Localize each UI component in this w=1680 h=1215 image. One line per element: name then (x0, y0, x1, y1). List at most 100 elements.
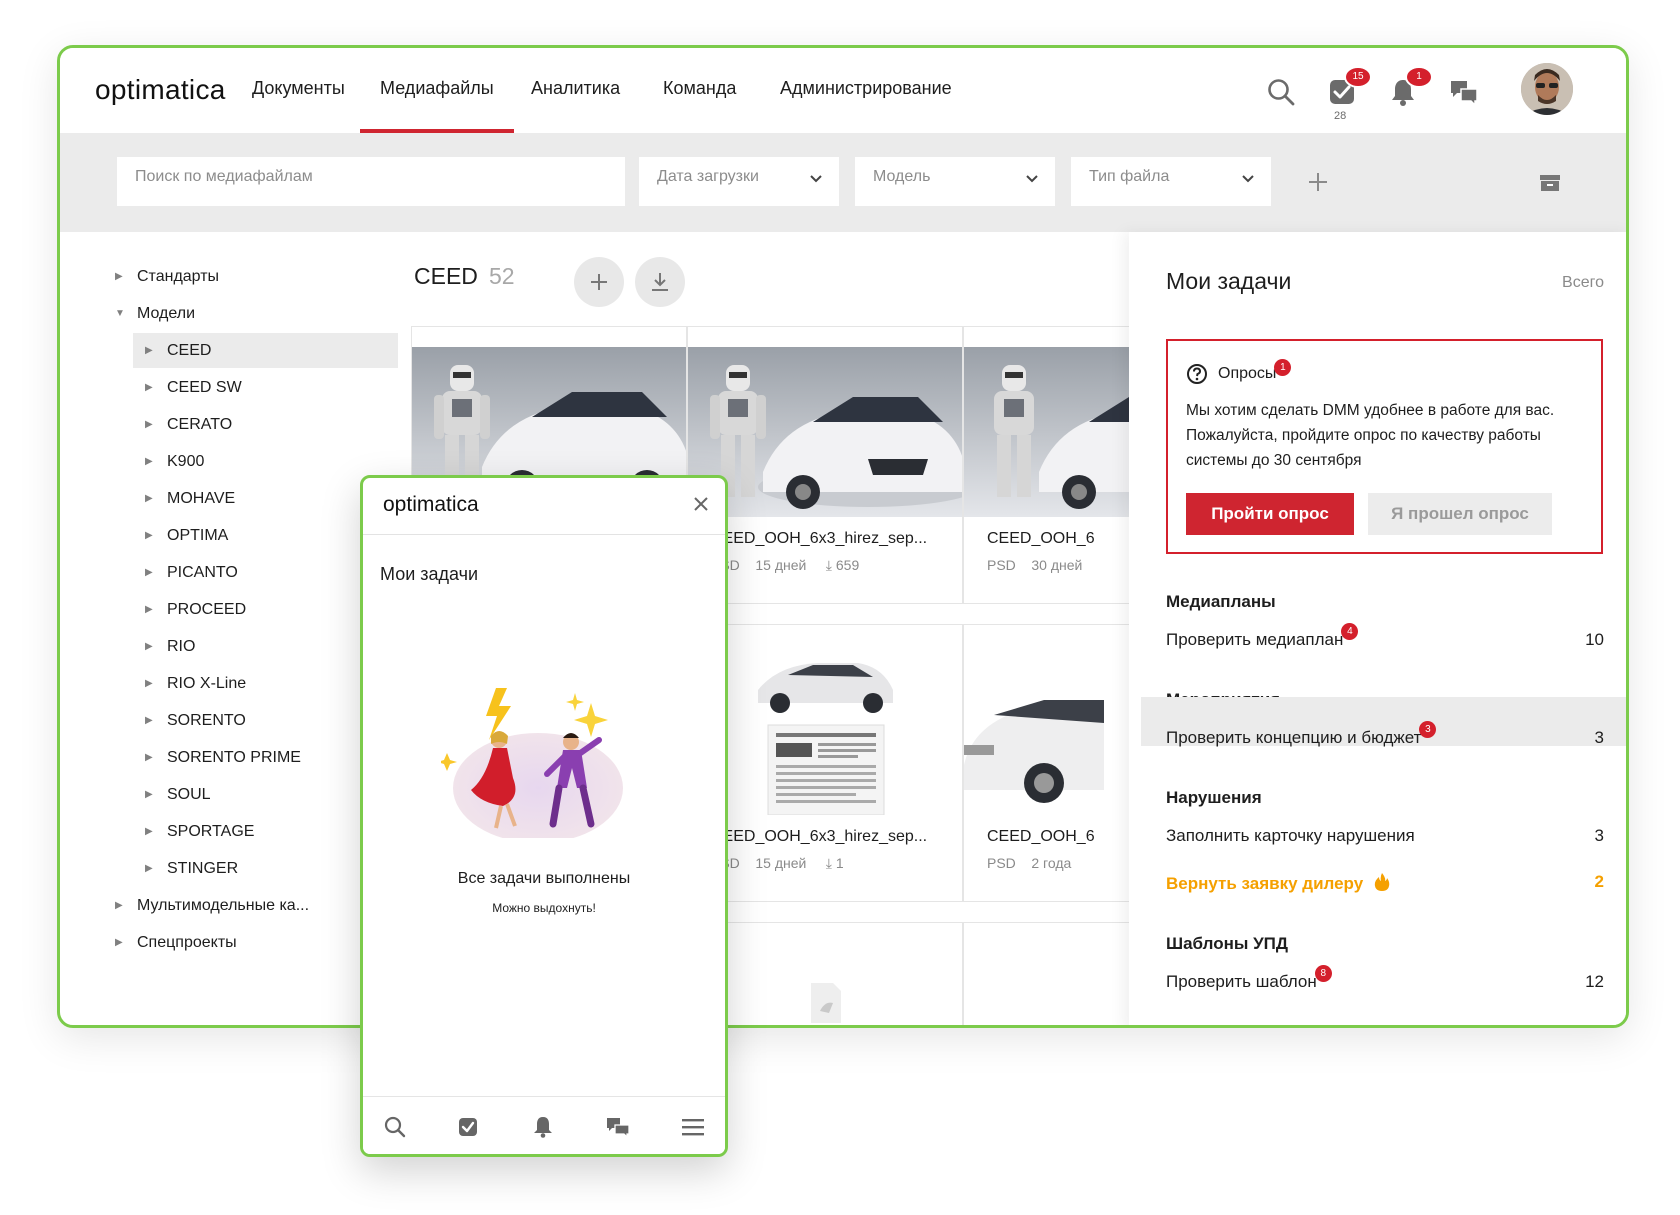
close-icon[interactable] (693, 496, 709, 512)
notifications-badge: 1 (1405, 66, 1433, 88)
tasks-panel: Мои задачи Всего Опросы 1 Мы хотим сдела… (1129, 232, 1626, 1025)
mobile-title: Мои задачи (380, 564, 479, 584)
mobile-divider (363, 534, 725, 535)
file-placeholder-icon (811, 983, 841, 1023)
chevron-down-icon (1026, 175, 1038, 183)
task-badge: 4 (1341, 623, 1359, 640)
media-card-meta: PSD 15 дней ⤓ 659 (711, 557, 859, 574)
search-icon (1268, 79, 1295, 106)
task-item[interactable]: Проверить медиаплан 4 (1166, 623, 1359, 650)
filter-bar: Поиск по медиафайлам Дата загрузки Модел… (60, 133, 1626, 232)
media-card[interactable] (687, 922, 963, 1025)
media-thumbnail (688, 347, 962, 517)
mobile-tab-menu[interactable] (679, 1113, 707, 1141)
task-item[interactable]: Заполнить карточку нарушения (1166, 826, 1415, 846)
take-survey-button[interactable]: Пройти опрос (1186, 493, 1354, 535)
chevron-down-icon (810, 175, 822, 183)
mobile-logo: optimatica (383, 493, 479, 516)
section-upd-templates: Шаблоны УПД (1166, 934, 1288, 953)
media-card-meta: PSD 15 дней ⤓ 1 (711, 855, 844, 872)
tasks-count: 28 (1334, 110, 1347, 122)
hamburger-menu-icon (682, 1119, 704, 1136)
nav-analytics[interactable]: Аналитика (531, 78, 620, 99)
tree-item-special[interactable]: ▶ Спецпроекты (115, 924, 395, 961)
top-navigation: optimatica Документы Медиафайлы Аналитик… (60, 48, 1626, 133)
tree-item-standards[interactable]: ▶ Стандарты (115, 258, 395, 295)
tree-item-models[interactable]: ▼ Модели (115, 295, 395, 332)
mobile-tab-notifications[interactable] (529, 1113, 557, 1141)
tree-item-model[interactable]: ▶ CEED (115, 332, 398, 369)
task-item[interactable]: Проверить концепцию и бюджет 3 (1166, 721, 1437, 748)
task-count: 2 (1594, 872, 1604, 891)
mobile-window: optimatica Мои задачи Все задачи выполне… (360, 475, 728, 1157)
tree-item-model[interactable]: ▶ SORENTO (115, 702, 395, 739)
file-type-filter-select[interactable]: Тип файла (1071, 157, 1271, 206)
mobile-done-text: Все задачи выполнены (457, 870, 631, 887)
nav-media[interactable]: Медиафайлы (360, 78, 514, 133)
file-age: 15 дней (755, 855, 807, 871)
survey-done-button[interactable]: Я прошел опрос (1368, 493, 1552, 535)
mobile-tab-tasks[interactable] (454, 1113, 482, 1141)
archive-icon[interactable] (1539, 174, 1561, 192)
tree-item-model[interactable]: ▶ MOHAVE (115, 480, 395, 517)
folder-count: 52 (489, 263, 515, 289)
tasks-button[interactable]: 15 28 (1322, 66, 1372, 122)
question-icon (1187, 364, 1207, 384)
media-card-name: CEED_OOH_6x3_hirez_sep... (711, 530, 928, 547)
user-photo (1521, 63, 1573, 115)
download-small-icon: ⤓ (825, 557, 832, 573)
tasks-all-link[interactable]: Всего (1562, 274, 1604, 292)
tree-item-model[interactable]: ▶ SORENTO PRIME (115, 739, 395, 776)
date-filter-select[interactable]: Дата загрузки (639, 157, 839, 206)
folder-title: CEED (414, 263, 478, 289)
checkbox-icon (459, 1118, 477, 1136)
media-search-input[interactable]: Поиск по медиафайлам (117, 157, 625, 206)
tree-item-model[interactable]: ▶ CERATO (115, 406, 395, 443)
media-card-meta: PSD 2 года (987, 855, 1071, 871)
mobile-tab-search[interactable] (381, 1113, 409, 1141)
task-item-urgent[interactable]: Вернуть заявку дилеру (1166, 872, 1390, 894)
model-filter-select[interactable]: Модель (855, 157, 1055, 206)
tree-item-model[interactable]: ▶ PICANTO (115, 554, 395, 591)
task-item[interactable]: Проверить шаблон 8 (1166, 965, 1332, 992)
tree-item-model[interactable]: ▶ SPORTAGE (115, 813, 395, 850)
download-count: 659 (835, 557, 860, 573)
caret-right-icon: ▶ (145, 789, 153, 800)
task-count: 3 (1594, 728, 1604, 747)
search-button[interactable] (1261, 72, 1301, 112)
bell-icon (534, 1117, 552, 1138)
app-logo[interactable]: optimatica (95, 74, 226, 106)
caret-right-icon: ▶ (145, 493, 153, 504)
tree-item-model[interactable]: ▶ RIO (115, 628, 395, 665)
tree-item-multimodel[interactable]: ▶ Мультимодельные ка... (115, 887, 395, 924)
user-avatar[interactable] (1521, 63, 1573, 115)
media-card-name: CEED_OOH_6 (987, 530, 1095, 547)
nav-team[interactable]: Команда (663, 78, 736, 99)
tree-item-model[interactable]: ▶ RIO X-Line (115, 665, 395, 702)
caret-right-icon: ▶ (145, 826, 153, 837)
add-filter-button[interactable] (1307, 171, 1329, 193)
tree-item-model[interactable]: ▶ OPTIMA (115, 517, 395, 554)
nav-admin[interactable]: Администрирование (780, 78, 952, 99)
caret-right-icon: ▶ (115, 937, 123, 948)
tree-item-model[interactable]: ▶ PROCEED (115, 591, 395, 628)
survey-label: Опросы (1218, 365, 1277, 382)
tree-item-model[interactable]: ▶ K900 (115, 443, 395, 480)
media-card-name: CEED_OOH_6x3_hirez_sep... (711, 828, 928, 845)
date-filter-label: Дата загрузки (657, 168, 759, 185)
media-card[interactable]: CEED_OOH_6x3_hirez_sep... PSD 15 дней ⤓ … (687, 624, 963, 902)
notifications-button[interactable]: 1 (1383, 66, 1433, 112)
tree-item-model[interactable]: ▶ SOUL (115, 776, 395, 813)
chat-button[interactable] (1444, 72, 1484, 112)
main-window: optimatica Документы Медиафайлы Аналитик… (57, 45, 1629, 1028)
download-button[interactable] (635, 257, 685, 307)
file-age: 15 дней (755, 557, 807, 573)
mobile-tab-chat[interactable] (604, 1113, 632, 1141)
tree-item-model[interactable]: ▶ CEED SW (115, 369, 395, 406)
media-card[interactable]: CEED_OOH_6x3_hirez_sep... PSD 15 дней ⤓ … (687, 326, 963, 604)
nav-documents[interactable]: Документы (252, 78, 345, 99)
chat-icon (1451, 81, 1478, 105)
add-file-button[interactable] (574, 257, 624, 307)
tree-item-model[interactable]: ▶ STINGER (115, 850, 395, 887)
section-mediaplans: Медиапланы (1166, 592, 1276, 611)
